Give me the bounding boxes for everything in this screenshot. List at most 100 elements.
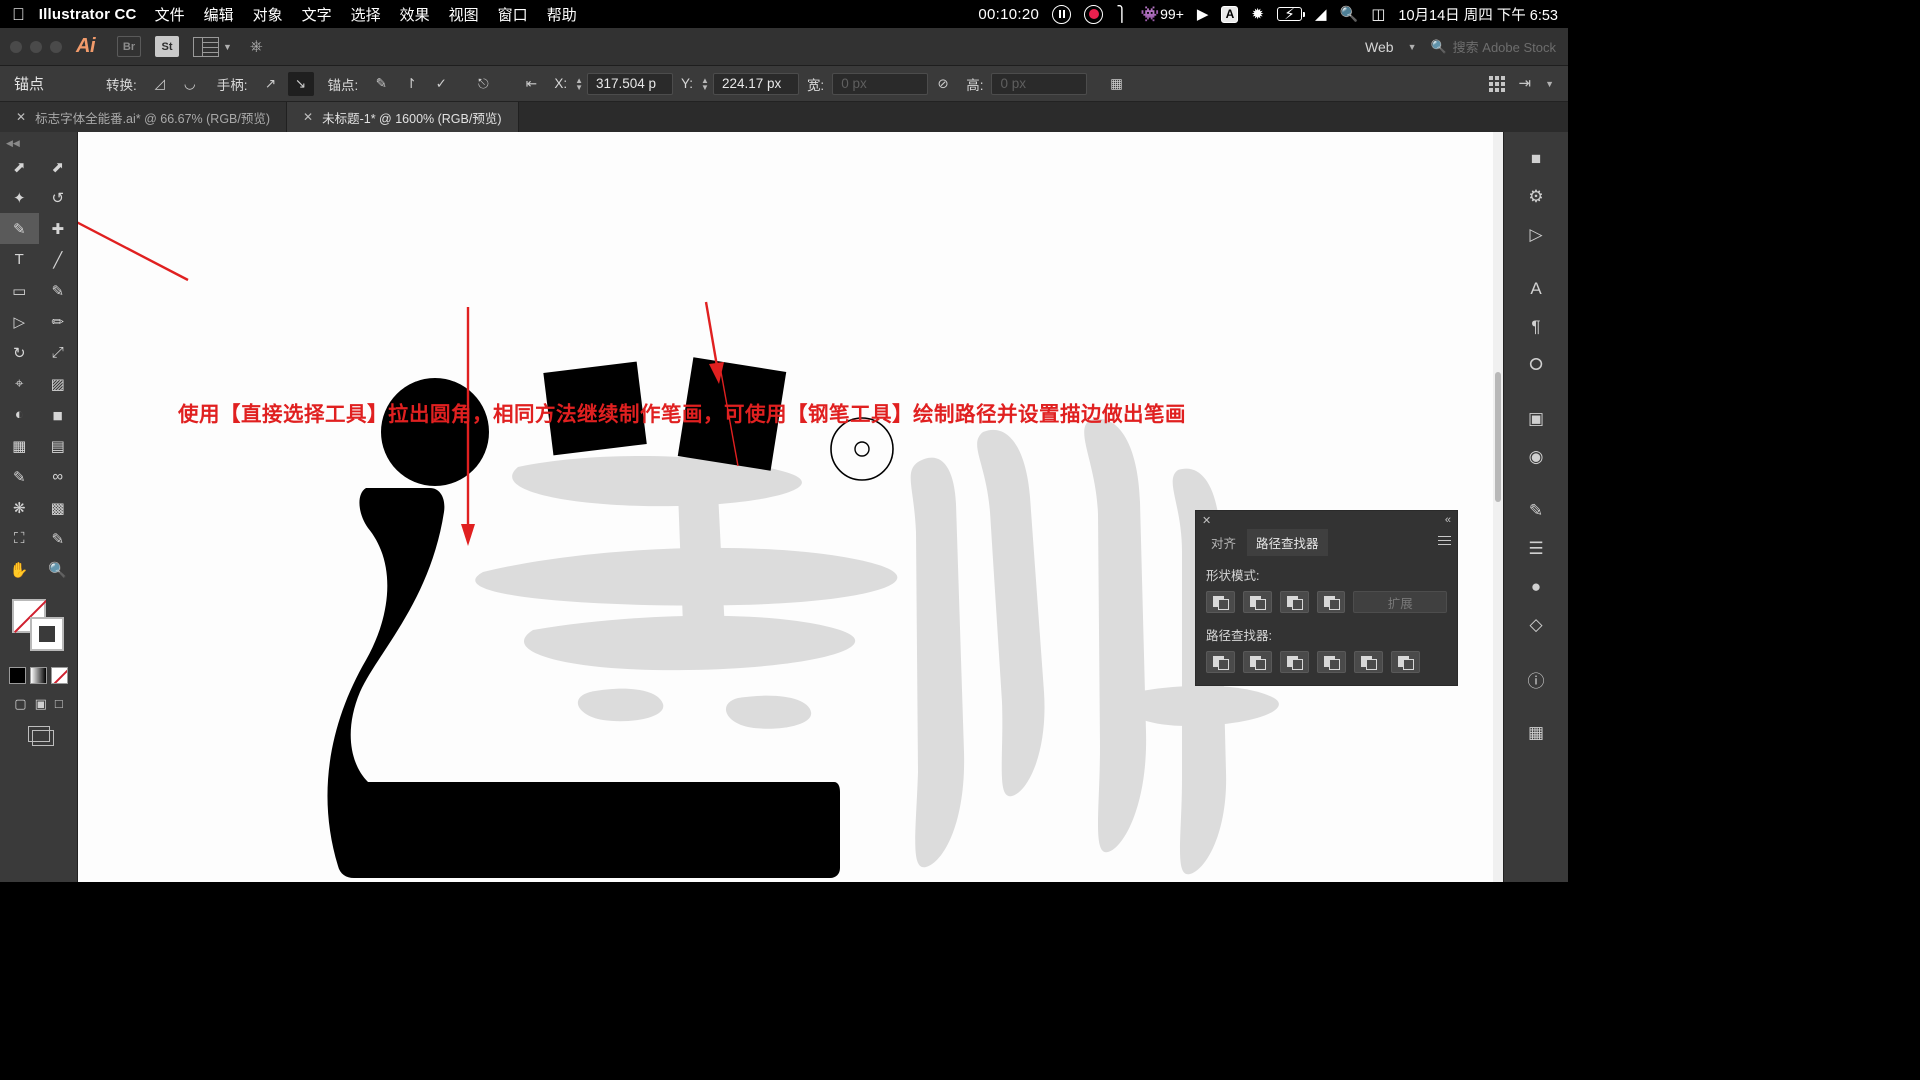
draw-inside-icon[interactable]: □ <box>55 696 63 712</box>
isolate-selected-icon[interactable]: ⎋ <box>470 72 496 96</box>
height-value[interactable]: 0 px <box>991 72 1088 95</box>
menu-edit[interactable]: 编辑 <box>204 4 234 25</box>
brushes-panel-icon[interactable]: ✎ <box>1504 492 1569 530</box>
record-icon[interactable] <box>1084 4 1104 24</box>
slice-tool[interactable]: ✎ <box>39 523 78 554</box>
hand-tool[interactable]: ✋ <box>0 554 39 585</box>
screen-mode-button[interactable] <box>0 726 77 746</box>
libraries-icon[interactable]: ▷ <box>1504 216 1569 254</box>
pause-icon[interactable] <box>1052 4 1072 24</box>
bridge-button[interactable]: Br <box>117 36 141 57</box>
character-panel-icon[interactable]: A <box>1504 270 1569 308</box>
chevron-down-icon[interactable]: ▼ <box>1545 79 1554 89</box>
line-segment-tool[interactable]: ╱ <box>39 244 78 275</box>
transform-panel-icon[interactable]: ▣ <box>1504 400 1569 438</box>
chevron-down-icon[interactable]: ▼ <box>223 42 232 52</box>
rectangle-tool[interactable]: ▭ <box>0 275 39 306</box>
intersect-icon[interactable] <box>1279 591 1309 613</box>
selection-tool[interactable]: ⬈ <box>0 151 39 182</box>
scale-tool[interactable]: ⤢ <box>39 337 78 368</box>
none-swatch-button[interactable] <box>51 667 68 684</box>
graphic-styles-icon[interactable]: ◇ <box>1504 606 1569 644</box>
window-controls[interactable] <box>0 40 76 53</box>
apple-icon[interactable]:  <box>12 6 25 23</box>
menu-select[interactable]: 选择 <box>351 4 381 25</box>
cut-path-icon[interactable]: ✓ <box>428 72 454 96</box>
search-adobe-stock[interactable]: 🔍 搜索 Adobe Stock <box>1430 37 1556 56</box>
free-transform-tool[interactable]: ▨ <box>39 368 78 399</box>
exclude-icon[interactable] <box>1316 591 1346 613</box>
minus-back-icon[interactable] <box>1391 651 1420 673</box>
vertical-scrollbar[interactable] <box>1493 132 1503 882</box>
eyedropper-tool[interactable]: ✎ <box>0 461 39 492</box>
close-icon[interactable]: ✕ <box>16 110 26 124</box>
clock[interactable]: 10月14日 周四 下午 6:53 <box>1398 4 1558 25</box>
draw-behind-icon[interactable]: ▣ <box>35 696 47 712</box>
magic-wand-tool[interactable]: ✦ <box>0 182 39 213</box>
input-source-icon[interactable]: A <box>1221 5 1239 23</box>
stock-button[interactable]: St <box>155 36 179 57</box>
x-coordinate-field[interactable]: ▲ ▼ 317.504 p <box>575 72 673 95</box>
rotate-tool[interactable]: ↻ <box>0 337 39 368</box>
panel-toggle-icon[interactable]: ⇥ <box>1519 76 1532 91</box>
artboard-tool[interactable]: ⛶ <box>0 523 39 554</box>
direct-selection-tool[interactable]: ⬈ <box>39 151 78 182</box>
menu-window[interactable]: 窗口 <box>498 4 528 25</box>
shaper-tool[interactable]: ▷ <box>0 306 39 337</box>
outline-icon[interactable] <box>1354 651 1383 673</box>
flag-icon[interactable]: ⎫ <box>1116 7 1127 22</box>
x-value[interactable]: 317.504 p <box>587 72 673 95</box>
mesh-tool[interactable]: ▦ <box>0 430 39 461</box>
search-icon[interactable]: 🔍 <box>1340 7 1359 22</box>
lasso-tool[interactable]: ↺ <box>39 182 78 213</box>
home-icon[interactable]: ⎈ <box>250 38 263 55</box>
panel-grip-icon[interactable]: ◀◀ <box>0 138 77 149</box>
add-anchor-point-tool[interactable]: ✚ <box>39 213 78 244</box>
tab-align[interactable]: 对齐 <box>1202 529 1245 556</box>
active-app-name[interactable]: Illustrator CC <box>39 6 137 23</box>
collapse-panel-icon[interactable]: « <box>1445 514 1451 526</box>
panel-menu-icon[interactable] <box>1438 536 1451 548</box>
wifi-icon[interactable]: ◢ <box>1315 7 1327 22</box>
gradient-swatch-button[interactable] <box>30 667 47 684</box>
connect-anchor-icon[interactable]: ↾ <box>398 72 424 96</box>
paintbrush-tool[interactable]: ✎ <box>39 275 78 306</box>
menu-view[interactable]: 视图 <box>449 4 479 25</box>
color-panel-icon[interactable]: ■ <box>1504 140 1569 178</box>
menu-effect[interactable]: 效果 <box>400 4 430 25</box>
draw-normal-icon[interactable]: ▢ <box>14 696 26 712</box>
width-tool[interactable]: ⌖ <box>0 368 39 399</box>
convert-to-smooth-icon[interactable]: ◡ <box>177 72 203 96</box>
transform-icon[interactable]: ⇤ <box>518 72 544 96</box>
close-icon[interactable]: ✕ <box>1202 514 1211 527</box>
convert-to-corner-icon[interactable]: ◿ <box>147 72 173 96</box>
arrange-documents-icon[interactable] <box>193 36 219 57</box>
chevron-down-icon[interactable]: ▼ <box>1408 42 1417 52</box>
pencil-tool[interactable]: ✏ <box>39 306 78 337</box>
minus-front-icon[interactable] <box>1242 591 1272 613</box>
merge-icon[interactable] <box>1280 651 1309 673</box>
hide-handles-icon[interactable]: ↘ <box>287 71 314 96</box>
blend-tool[interactable]: ∞ <box>39 461 78 492</box>
tab-pathfinder[interactable]: 路径查找器 <box>1247 528 1328 556</box>
y-coordinate-field[interactable]: ▲ ▼ 224.17 px <box>701 72 799 95</box>
paragraph-panel-icon[interactable]: ¶ <box>1504 308 1569 346</box>
stroke-swatch[interactable] <box>29 617 64 651</box>
workspace-switcher[interactable]: Web <box>1365 39 1394 55</box>
menu-file[interactable]: 文件 <box>155 4 185 25</box>
document-tab-1[interactable]: ✕ 标志字体全能番.ai* @ 66.67% (RGB/预览) <box>0 102 288 132</box>
color-guide-icon[interactable]: ⚙ <box>1504 178 1569 216</box>
symbol-sprayer-tool[interactable]: ❋ <box>0 492 39 523</box>
remove-anchor-icon[interactable]: ✎ <box>368 72 394 96</box>
y-value[interactable]: 224.17 px <box>712 72 799 95</box>
shape-builder-tool[interactable]: ◐ <box>0 399 39 430</box>
artboards-panel-icon[interactable]: ▦ <box>1504 714 1569 752</box>
close-icon[interactable]: ✕ <box>303 110 313 124</box>
layers-panel-icon[interactable]: ☰ <box>1504 530 1569 568</box>
appearance-panel-icon[interactable]: ● <box>1504 568 1569 606</box>
expand-button[interactable]: 扩展 <box>1353 591 1447 613</box>
reference-point-icon[interactable]: ▦ <box>1103 72 1129 96</box>
menu-object[interactable]: 对象 <box>253 4 283 25</box>
type-tool[interactable]: T <box>0 244 39 275</box>
perspective-grid-tool[interactable]: ◾ <box>39 399 78 430</box>
